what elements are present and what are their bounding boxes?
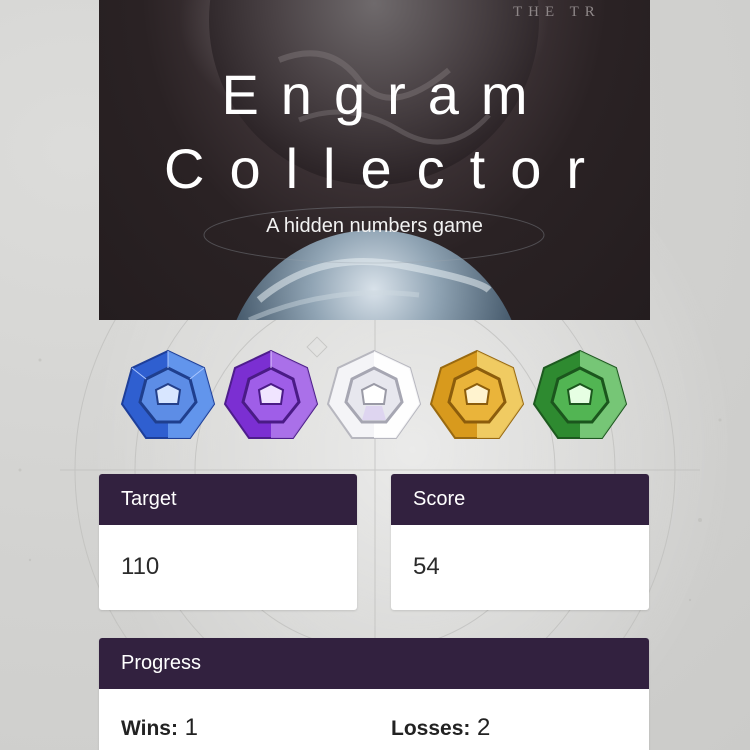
target-card: Target 110 [99, 474, 357, 610]
engram-green-icon [532, 349, 628, 439]
wins-label: Wins: [121, 717, 178, 740]
wins-stat: Wins: 1 [121, 714, 198, 742]
engram-purple-icon [223, 349, 319, 439]
hero-corner-text: THE TR [513, 4, 601, 20]
losses-value: 2 [477, 714, 491, 741]
engram-green-button[interactable] [530, 346, 630, 446]
progress-card: Progress Wins: 1 Losses: 2 [99, 638, 649, 750]
target-value: 110 [121, 553, 160, 580]
hero-title-line2: Collector [164, 137, 610, 200]
wins-value: 1 [184, 714, 199, 741]
progress-label: Progress [99, 638, 649, 689]
engram-purple-button[interactable] [221, 346, 321, 446]
engram-blue-icon [120, 349, 216, 439]
score-card: Score 54 [391, 474, 649, 610]
score-value: 54 [413, 553, 440, 580]
losses-label: Losses: [391, 717, 471, 740]
score-label: Score [391, 474, 649, 525]
losses-stat: Losses: 2 [391, 714, 490, 742]
engram-white-button[interactable] [324, 346, 424, 446]
engram-gold-button[interactable] [427, 346, 527, 446]
hero-subtitle: A hidden numbers game [266, 215, 483, 237]
engram-gold-icon [429, 349, 525, 439]
hero-title-line1: Engram [221, 63, 550, 126]
engram-white-icon [326, 349, 422, 439]
target-label: Target [99, 474, 357, 525]
engram-blue-button[interactable] [118, 346, 218, 446]
engram-row [118, 346, 638, 446]
hero-banner: THE TR Engram Collector A hidden numbers… [99, 0, 650, 320]
